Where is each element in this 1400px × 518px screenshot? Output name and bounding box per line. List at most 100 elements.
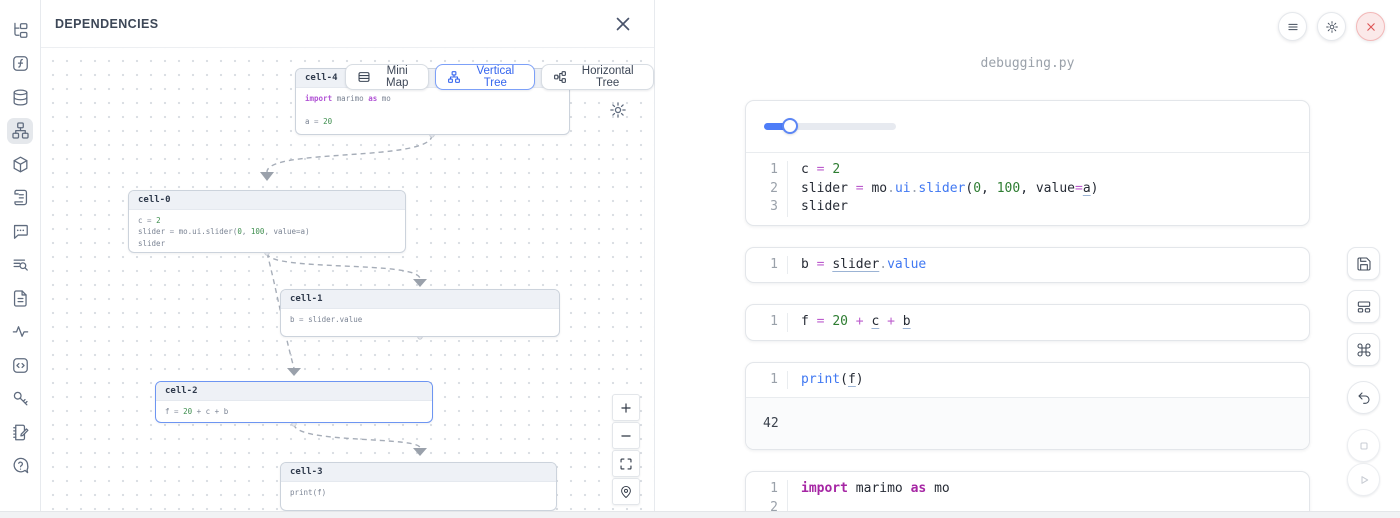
code-line: import marimo as mo [305, 93, 560, 104]
undo-icon [1356, 390, 1372, 406]
line-number: 2 [746, 180, 788, 199]
graph-node-cell-2[interactable]: cell-2f = 20 + c + b [155, 381, 433, 423]
sidebar-item-chat[interactable] [7, 218, 33, 244]
maximize-icon [619, 457, 633, 471]
play-icon [1356, 472, 1372, 488]
undo-button[interactable] [1347, 381, 1380, 414]
command-icon [1356, 342, 1372, 358]
graph-node-cell-3[interactable]: cell-3 print(f) [280, 462, 557, 511]
sidebar-item-documentation[interactable] [7, 285, 33, 311]
sidebar-item-file-tree[interactable] [7, 17, 33, 43]
view-button-label: Mini Map [377, 65, 417, 89]
graph-node-cell-0[interactable]: cell-0c = 2slider = mo.ui.slider(0, 100,… [128, 190, 406, 253]
search-list-icon [11, 255, 30, 274]
functions-icon [11, 54, 30, 73]
stop-button [1347, 429, 1380, 462]
graph-node-title: cell-3 [281, 463, 556, 482]
code-text: slider = mo.ui.slider(0, 100, value=a) [788, 180, 1098, 199]
notebook-cell: 1c = 22slider = mo.ui.slider(0, 100, val… [745, 100, 1310, 226]
line-number: 3 [746, 198, 788, 217]
rows-icon [357, 70, 371, 84]
sidebar-item-datasources[interactable] [7, 84, 33, 110]
shutdown-button[interactable] [1356, 12, 1385, 41]
sidebar-item-tracing[interactable] [7, 319, 33, 345]
cell-editor[interactable]: 1print(f) [746, 363, 1309, 398]
code-line: 1import marimo as mo [746, 480, 1309, 499]
view-button-label: Vertical Tree [467, 65, 523, 89]
line-number: 1 [746, 371, 788, 390]
chat-icon [11, 222, 30, 241]
helper-panel-rail [0, 0, 41, 511]
layout-button[interactable] [1347, 290, 1380, 323]
view-button-vertical-tree[interactable]: Vertical Tree [435, 64, 535, 90]
code-line: a = 20 [305, 116, 560, 127]
graph-node-code: print(f) [281, 482, 556, 503]
graph-node-code: c = 2slider = mo.ui.slider(0, 100, value… [129, 210, 405, 253]
zoom-in-button[interactable] [612, 394, 640, 421]
horizontal-scrollbar[interactable] [0, 511, 1400, 518]
save-button[interactable] [1347, 247, 1380, 280]
graph-settings-button[interactable] [609, 101, 627, 119]
fit-view-button[interactable] [612, 450, 640, 477]
close-panel-button[interactable] [612, 13, 634, 35]
cell-editor[interactable]: 1c = 22slider = mo.ui.slider(0, 100, val… [746, 153, 1309, 225]
edge-cell2-cell3 [294, 424, 420, 448]
sidebar-item-packages[interactable] [7, 151, 33, 177]
code-line: 1b = slider.value [746, 256, 1309, 275]
logs-icon [11, 188, 30, 207]
pin-icon [619, 485, 633, 499]
sidebar-item-scratchpad[interactable] [7, 419, 33, 445]
cell-editor[interactable]: 1b = slider.value [746, 248, 1309, 283]
sidebar-item-snippets[interactable] [7, 352, 33, 378]
slider-widget[interactable] [764, 123, 896, 130]
marimo-app: DEPENDENCIES [0, 0, 1400, 518]
command-palette-button[interactable] [1347, 333, 1380, 366]
code-line: 3slider [746, 198, 1309, 217]
database-icon [11, 88, 30, 107]
cell-editor[interactable]: 1f = 20 + c + b [746, 305, 1309, 340]
graph-view-toolbar: Mini Map Vertical Tree Horizontal Tree [345, 64, 654, 90]
graph-node-code: import marimo as mo a = 20 [296, 88, 569, 132]
gear-icon [1325, 20, 1339, 34]
code-text: c = 2 [788, 161, 840, 180]
settings-button[interactable] [1317, 12, 1346, 41]
arrowhead-icon [413, 279, 427, 287]
graph-zoom-controls [612, 394, 640, 505]
view-button-horizontal-tree[interactable]: Horizontal Tree [541, 64, 654, 90]
code-line: b = slider.value [290, 314, 550, 325]
code-text: slider [788, 198, 848, 217]
stop-icon [1356, 438, 1372, 454]
arrowhead-icon [260, 172, 274, 181]
line-number: 1 [746, 480, 788, 499]
dependencies-panel: DEPENDENCIES [41, 0, 655, 511]
code-line: 1f = 20 + c + b [746, 313, 1309, 332]
sidebar-item-logs[interactable] [7, 185, 33, 211]
code-line: slider [138, 238, 396, 249]
vertical-tree-icon [447, 70, 461, 84]
scratchpad-icon [11, 423, 30, 442]
cell-output-area: 42 [746, 398, 1309, 449]
view-button-mini-map[interactable]: Mini Map [345, 64, 429, 90]
cell-output-area [746, 101, 1309, 152]
plus-icon [619, 401, 633, 415]
notebook-filename[interactable]: debugging.py [745, 56, 1310, 71]
zoom-out-button[interactable] [612, 422, 640, 449]
sidebar-item-dependencies[interactable] [7, 118, 33, 144]
sidebar-item-help[interactable] [7, 453, 33, 479]
menu-icon [1286, 20, 1300, 34]
sidebar-item-secrets[interactable] [7, 386, 33, 412]
notebook-menu-button[interactable] [1278, 12, 1307, 41]
graph-node-title: cell-2 [156, 382, 432, 401]
center-node-button[interactable] [612, 478, 640, 505]
slider-thumb[interactable] [782, 118, 798, 134]
code-line: 2slider = mo.ui.slider(0, 100, value=a) [746, 180, 1309, 199]
line-number: 1 [746, 313, 788, 332]
sidebar-item-functions[interactable] [7, 51, 33, 77]
notebook-cell: 1print(f)42 [745, 362, 1310, 451]
run-all-button [1347, 463, 1380, 496]
sidebar-item-search-logs[interactable] [7, 252, 33, 278]
code-line: 1c = 2 [746, 161, 1309, 180]
graph-node-cell-1[interactable]: cell-1b = slider.value [280, 289, 560, 337]
code-line: print(f) [290, 487, 547, 498]
close-icon [1364, 20, 1378, 34]
